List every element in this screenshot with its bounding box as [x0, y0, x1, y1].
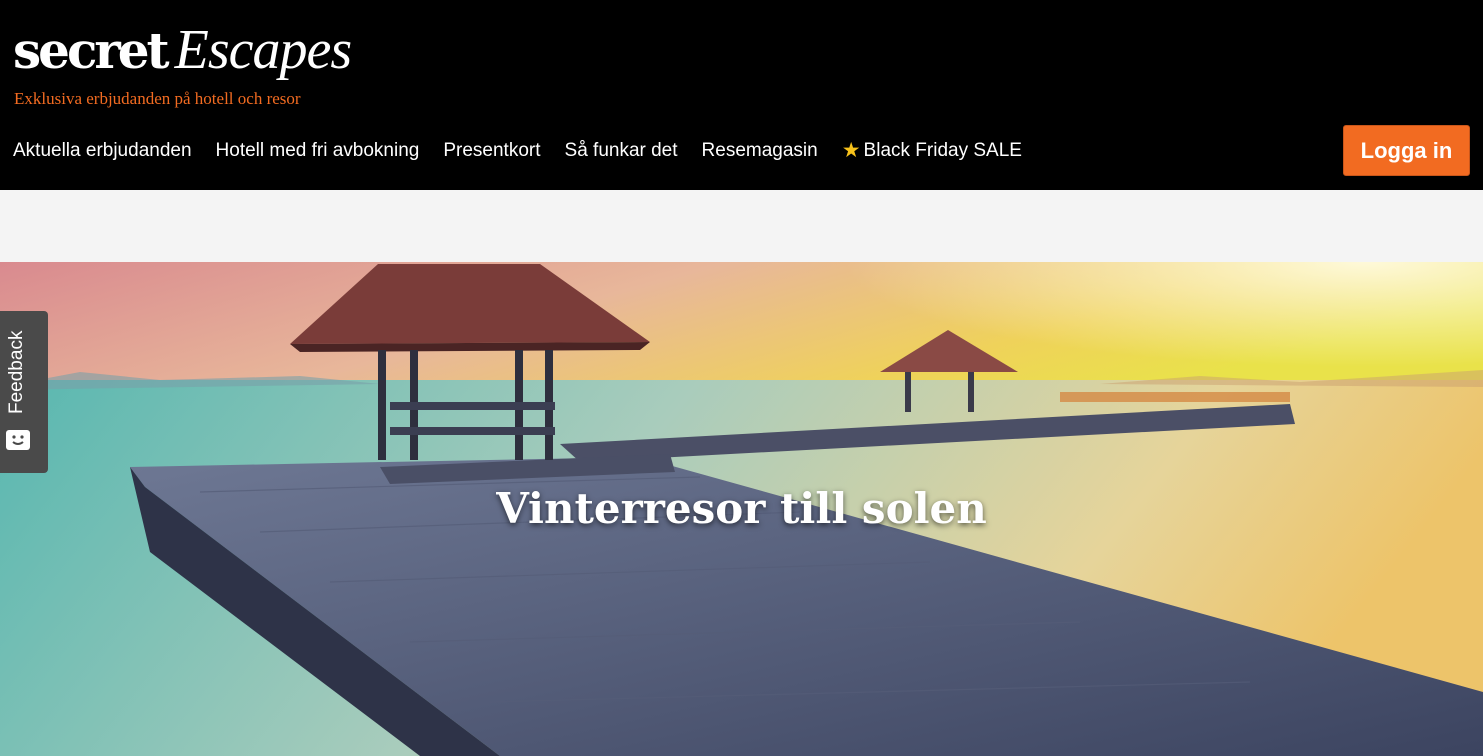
nav-item-aktuella-erbjudanden[interactable]: Aktuella erbjudanden	[13, 138, 192, 163]
logo-escapes-text: Escapes	[174, 19, 353, 81]
site-header: secret Escapes Exklusiva erbjudanden på h…	[0, 0, 1483, 190]
hero-banner: Vinterresor till solen	[0, 262, 1483, 756]
chat-face-icon	[6, 430, 30, 450]
nav-item-hotell-fri-avbokning[interactable]: Hotell med fri avbokning	[216, 138, 420, 163]
hero-title: Vinterresor till solen	[496, 484, 987, 533]
nav-item-black-friday[interactable]: ★ Black Friday SALE	[842, 138, 1022, 163]
tagline: Exklusiva erbjudanden på hotell och reso…	[14, 89, 301, 108]
nav-item-black-friday-label: Black Friday SALE	[863, 139, 1022, 161]
content-spacer	[0, 190, 1483, 262]
feedback-label: Feedback	[6, 330, 27, 414]
star-icon: ★	[841, 139, 861, 162]
logo-secret-text: secret	[13, 21, 170, 80]
logo[interactable]: secret Escapes	[13, 18, 353, 82]
nav-item-presentkort[interactable]: Presentkort	[443, 138, 540, 163]
nav-item-sa-funkar-det[interactable]: Så funkar det	[565, 138, 678, 163]
main-nav: Aktuella erbjudanden Hotell med fri avbo…	[13, 138, 1022, 163]
login-button[interactable]: Logga in	[1343, 125, 1470, 176]
nav-item-resemagasin[interactable]: Resemagasin	[702, 138, 818, 163]
feedback-tab[interactable]: Feedback	[0, 311, 48, 473]
